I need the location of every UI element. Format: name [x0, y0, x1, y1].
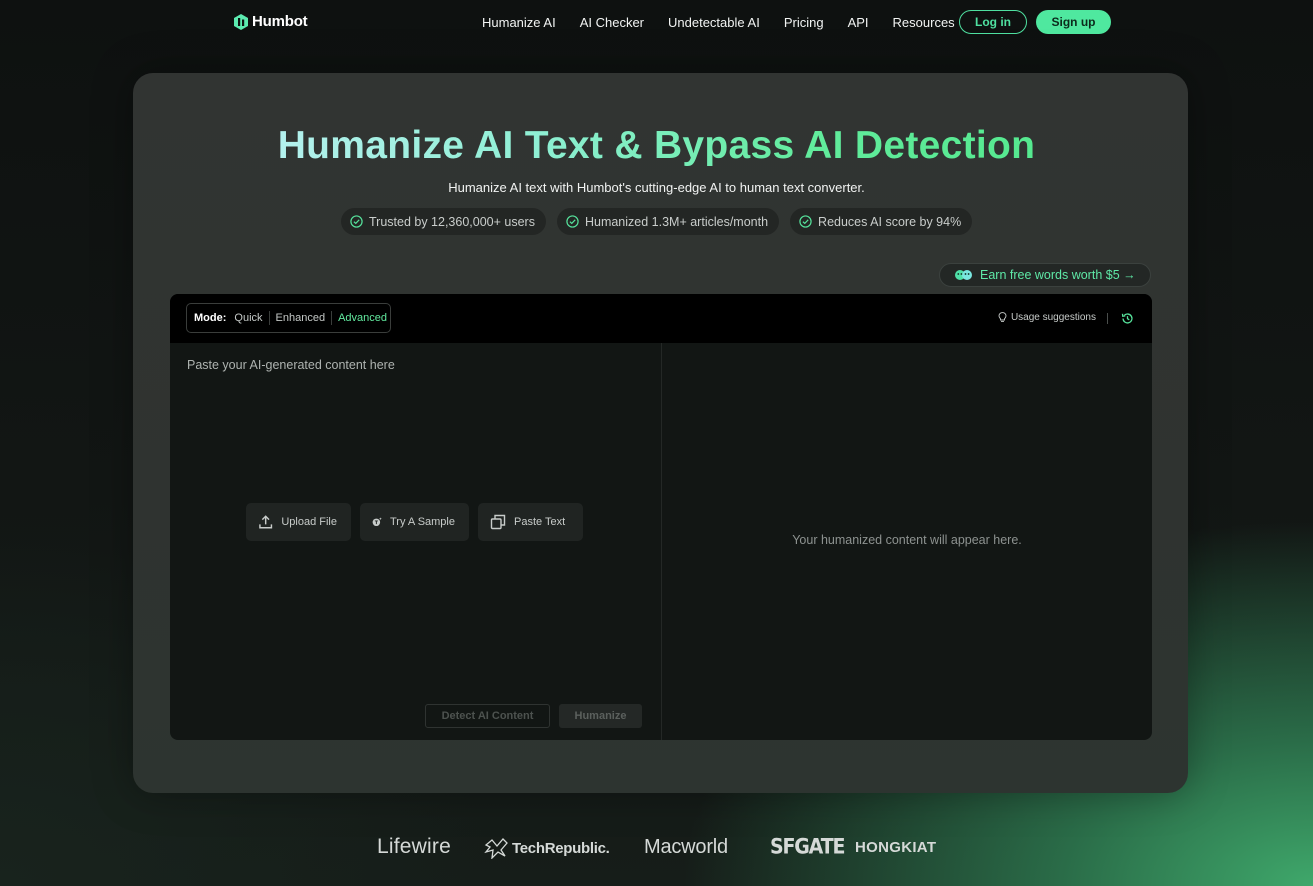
input-placeholder: Paste your AI-generated content here: [187, 358, 395, 372]
output-pane: Your humanized content will appear here.: [662, 343, 1152, 740]
usage-suggestions-link[interactable]: Usage suggestions: [998, 312, 1096, 323]
page-title: Humanize AI Text & Bypass AI Detection: [0, 124, 1313, 168]
upload-file-button[interactable]: Upload File: [246, 503, 351, 541]
stat-badge-users-label: Trusted by 12,360,000+ users: [369, 214, 535, 229]
mode-selector: Mode: Quick Enhanced Advanced: [186, 303, 391, 333]
try-sample-label: Try A Sample: [389, 516, 455, 528]
try-sample-button[interactable]: Try A Sample: [360, 503, 469, 541]
signup-button[interactable]: Sign up: [1036, 10, 1111, 34]
editor-toolbar: Mode: Quick Enhanced Advanced Usage sugg…: [170, 294, 1152, 343]
paste-text-button[interactable]: Paste Text: [478, 503, 583, 541]
humanize-button[interactable]: Humanize: [559, 704, 642, 728]
techrepublic-logo-icon: [484, 838, 508, 859]
toolbar-divider: [1107, 313, 1108, 324]
history-icon[interactable]: [1121, 312, 1134, 325]
humbot-logo[interactable]: Humbot: [234, 13, 308, 30]
upload-icon: [259, 515, 273, 529]
earn-free-words-button[interactable]: Earn free words worth $5 →: [939, 263, 1151, 287]
humbot-logo-icon: [234, 13, 248, 30]
press-logo-macworld: Macworld: [644, 836, 728, 858]
usage-suggestions-label: Usage suggestions: [1010, 312, 1096, 323]
press-logo-sfgate: SFGATE: [770, 834, 845, 860]
check-circle-icon: [799, 215, 812, 228]
mode-label: Mode:: [194, 312, 227, 324]
press-logo-techrepublic: TechRepublic.: [484, 837, 610, 859]
nav-link-humanize-ai[interactable]: Humanize AI: [482, 15, 556, 30]
nav-link-resources[interactable]: Resources: [893, 15, 955, 30]
mode-option-advanced[interactable]: Advanced: [332, 311, 393, 325]
stat-badge-ai-score-label: Reduces AI score by 94%: [818, 214, 962, 229]
brand-name: Humbot: [252, 13, 308, 30]
stat-badge-articles: Humanized 1.3M+ articles/month: [556, 208, 780, 235]
top-navigation: Humbot Humanize AI AI Checker Undetectab…: [0, 0, 1313, 44]
press-logo-hongkiat: HONGKIAT: [855, 839, 937, 856]
stat-badge-users: Trusted by 12,360,000+ users: [341, 208, 546, 235]
press-logo-techrepublic-text: TechRepublic.: [512, 839, 610, 857]
upload-file-label: Upload File: [281, 516, 337, 528]
nav-links: Humanize AI AI Checker Undetectable AI P…: [482, 15, 979, 30]
stat-badge-ai-score: Reduces AI score by 94%: [790, 208, 973, 235]
earn-free-words-label: Earn free words worth $5 →: [980, 268, 1136, 282]
check-circle-icon: [350, 215, 363, 228]
humanizer-editor: Mode: Quick Enhanced Advanced Usage sugg…: [170, 294, 1152, 740]
paste-text-label: Paste Text: [514, 516, 566, 528]
paste-icon: [490, 514, 506, 530]
nav-link-api[interactable]: API: [848, 15, 869, 30]
page-subtitle: Humanize AI text with Humbot's cutting-e…: [448, 180, 865, 195]
press-logos: Lifewire TechRepublic. Macworld SFGATE H…: [0, 832, 1313, 862]
login-button[interactable]: Log in: [959, 10, 1027, 34]
nav-link-undetectable-ai[interactable]: Undetectable AI: [668, 15, 760, 30]
coins-icon: [955, 270, 972, 280]
mode-option-enhanced[interactable]: Enhanced: [270, 311, 333, 325]
sample-text-icon: [372, 517, 382, 527]
nav-link-ai-checker[interactable]: AI Checker: [580, 15, 644, 30]
output-placeholder: Your humanized content will appear here.: [792, 533, 1022, 547]
lightbulb-icon: [998, 312, 1007, 323]
check-circle-icon: [566, 215, 579, 228]
press-logo-lifewire: Lifewire: [377, 835, 451, 858]
input-actions: Upload File Try A Sample Paste Text: [246, 503, 583, 541]
nav-link-pricing[interactable]: Pricing: [784, 15, 824, 30]
stat-badge-articles-label: Humanized 1.3M+ articles/month: [584, 214, 769, 229]
mode-option-quick[interactable]: Quick: [234, 311, 270, 325]
page-title-text: Humanize AI Text & Bypass AI Detection: [277, 124, 1036, 167]
stats-badges: Trusted by 12,360,000+ users Humanized 1…: [341, 208, 973, 235]
input-pane[interactable]: Paste your AI-generated content here Upl…: [170, 343, 661, 740]
detect-ai-content-button[interactable]: Detect AI Content: [425, 704, 550, 728]
